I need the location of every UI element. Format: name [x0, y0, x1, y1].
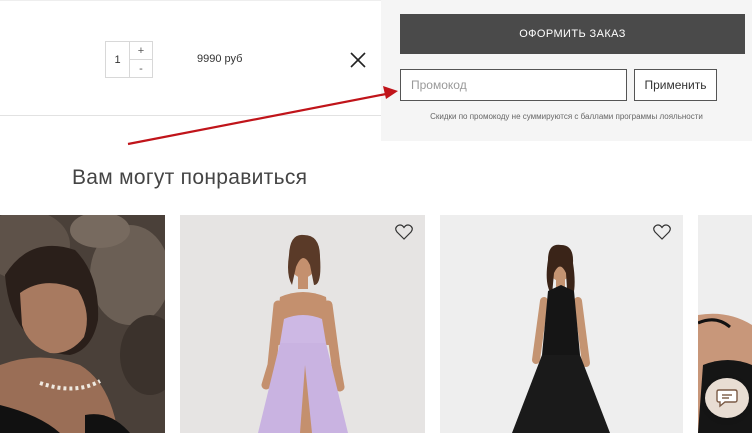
heart-icon[interactable]: [395, 224, 413, 240]
chat-icon: [716, 389, 738, 408]
promo-code-input[interactable]: [400, 69, 627, 101]
apply-promo-button[interactable]: Применить: [634, 69, 717, 101]
product-card[interactable]: [180, 215, 425, 433]
product-image: [0, 215, 165, 433]
quantity-increase-button[interactable]: +: [130, 42, 152, 60]
heart-icon[interactable]: [653, 224, 671, 240]
product-image: [440, 215, 683, 433]
checkout-button[interactable]: ОФОРМИТЬ ЗАКАЗ: [400, 14, 745, 54]
product-card[interactable]: [440, 215, 683, 433]
quantity-decrease-button[interactable]: -: [130, 60, 152, 77]
chat-button[interactable]: [705, 378, 749, 418]
quantity-stepper[interactable]: 1 + -: [105, 41, 153, 78]
cart-divider: [0, 115, 381, 116]
product-image: [180, 215, 425, 433]
close-icon[interactable]: [349, 51, 367, 69]
product-card[interactable]: [0, 215, 165, 433]
top-divider: [0, 0, 381, 1]
promo-note: Скидки по промокоду не суммируются с бал…: [430, 112, 703, 121]
item-price: 9990 руб: [197, 53, 243, 65]
recommendations-title: Вам могут понравиться: [72, 166, 308, 189]
quantity-value[interactable]: 1: [106, 42, 130, 77]
